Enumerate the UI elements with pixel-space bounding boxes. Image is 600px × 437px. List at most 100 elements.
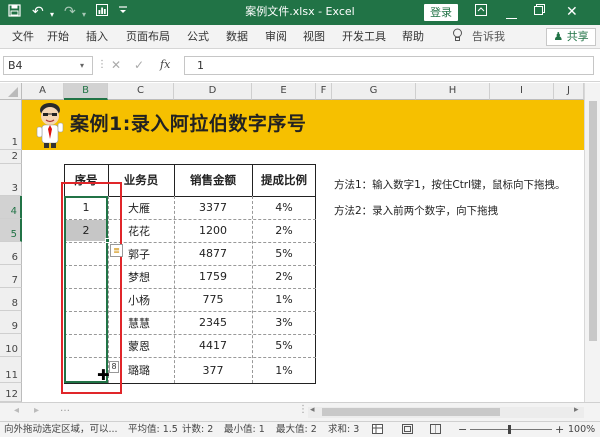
cell-sales-amount-row-3[interactable]: 4877 xyxy=(174,242,252,265)
column-header-e[interactable]: E xyxy=(252,83,316,100)
horizontal-split-grip-icon[interactable]: ⋮ xyxy=(298,404,308,415)
share-button[interactable]: ♟ 共享 xyxy=(546,28,596,46)
note-method-2: 方法2：录入前两个数字，向下拖拽 xyxy=(334,205,499,217)
tab-insert[interactable]: 插入 xyxy=(86,30,108,44)
horizontal-scrollbar[interactable]: ◂ ▸ xyxy=(308,405,584,418)
cell-commission-rate-row-2[interactable]: 2% xyxy=(252,219,316,242)
row-header-7[interactable]: 7 xyxy=(0,265,22,288)
row-header-11[interactable]: 11 xyxy=(0,357,22,383)
page-layout-view-icon[interactable] xyxy=(402,424,413,437)
zoom-in-icon[interactable]: + xyxy=(555,422,564,437)
restore-icon[interactable] xyxy=(534,4,545,20)
excel-window: ↶ ▾ ↷ ▾ 案例文件.xlsx - Excel 登录 ✕ 文件 开始 插入 … xyxy=(0,0,600,437)
row-header-3[interactable]: 3 xyxy=(0,164,22,196)
cell-sales-amount-row-4[interactable]: 1759 xyxy=(174,265,252,288)
share-label: 共享 xyxy=(566,30,589,43)
login-button[interactable]: 登录 xyxy=(424,4,458,21)
header-cell-commission-rate[interactable]: 提成比例 xyxy=(252,164,316,196)
cancel-icon[interactable]: ✕ xyxy=(111,58,121,72)
cell-commission-rate-row-4[interactable]: 2% xyxy=(252,265,316,288)
formula-bar-grip-icon: ⋮ xyxy=(97,59,107,70)
insert-function-icon[interactable]: fx xyxy=(160,58,170,71)
status-sum[interactable]: 求和: 3 xyxy=(328,422,359,437)
tab-formulas[interactable]: 公式 xyxy=(187,30,209,44)
cell-commission-rate-row-6[interactable]: 3% xyxy=(252,311,316,334)
tab-file[interactable]: 文件 xyxy=(12,30,34,44)
scroll-left-icon[interactable]: ◂ xyxy=(310,405,315,415)
formula-bar: B4 ▾ ⋮ ✕ ✓ fx 1 xyxy=(0,49,600,82)
status-count[interactable]: 计数: 2 xyxy=(182,422,213,437)
column-header-a[interactable]: A xyxy=(22,83,64,100)
column-header-f[interactable]: F xyxy=(316,83,332,100)
ribbon-display-options-icon[interactable] xyxy=(475,4,487,21)
ribbon-tabs: 文件 开始 插入 页面布局 公式 数据 审阅 视图 开发工具 帮助 告诉我 ♟ … xyxy=(0,25,600,49)
column-header-h[interactable]: H xyxy=(416,83,490,100)
tab-page-layout[interactable]: 页面布局 xyxy=(126,30,170,44)
note-method-1: 方法1：输入数字1，按住Ctrl键，鼠标向下拖拽。 xyxy=(334,179,566,191)
scroll-right-icon[interactable]: ▸ xyxy=(574,405,579,415)
column-header-j[interactable]: J xyxy=(554,83,584,100)
drag-value-tooltip: 8 xyxy=(109,361,119,373)
row-header-10[interactable]: 10 xyxy=(0,334,22,357)
column-header-b[interactable]: B xyxy=(64,83,108,100)
zoom-slider[interactable] xyxy=(470,425,552,434)
row-header-9[interactable]: 9 xyxy=(0,311,22,334)
sheet-scroll-right-icon[interactable]: ▸ xyxy=(34,405,39,416)
status-min[interactable]: 最小值: 1 xyxy=(224,422,265,437)
enter-icon[interactable]: ✓ xyxy=(134,58,144,72)
normal-view-icon[interactable] xyxy=(372,424,383,437)
row-header-12[interactable]: 12 xyxy=(0,383,22,402)
cell-sales-amount-row-8[interactable]: 377 xyxy=(174,357,252,383)
cell-commission-rate-row-1[interactable]: 4% xyxy=(252,196,316,219)
minimize-icon[interactable] xyxy=(506,9,517,25)
tab-review[interactable]: 审阅 xyxy=(265,30,287,44)
close-icon[interactable]: ✕ xyxy=(566,4,578,20)
quick-analysis-icon[interactable]: ≣ xyxy=(110,244,123,257)
lightbulb-icon[interactable] xyxy=(452,28,463,45)
cell-sales-amount-row-2[interactable]: 1200 xyxy=(174,219,252,242)
zoom-slider-thumb[interactable] xyxy=(508,425,511,434)
cell-sales-amount-row-7[interactable]: 4417 xyxy=(174,334,252,357)
cell-sales-amount-row-6[interactable]: 2345 xyxy=(174,311,252,334)
tell-me-search[interactable]: 告诉我 xyxy=(472,30,505,44)
status-bar: 向外拖动选定区域，可以... 平均值: 1.5 计数: 2 最小值: 1 最大值… xyxy=(0,421,600,437)
status-average[interactable]: 平均值: 1.5 xyxy=(128,422,178,437)
header-cell-sales-amount[interactable]: 销售金额 xyxy=(174,164,252,196)
vertical-scrollbar[interactable] xyxy=(584,83,600,402)
row-header-5[interactable]: 5 xyxy=(0,219,22,242)
vertical-scroll-thumb[interactable] xyxy=(589,101,597,341)
row-header-1[interactable]: 1 xyxy=(0,100,22,150)
column-header-i[interactable]: I xyxy=(490,83,554,100)
share-person-icon: ♟ xyxy=(553,30,564,43)
formula-input[interactable]: 1 xyxy=(184,56,594,75)
zoom-out-icon[interactable]: − xyxy=(458,422,467,437)
sheet-tab-bar: ◂ ▸ … ⋮ ◂ ▸ xyxy=(0,402,600,421)
row-header-8[interactable]: 8 xyxy=(0,288,22,311)
status-max[interactable]: 最大值: 2 xyxy=(276,422,317,437)
column-header-d[interactable]: D xyxy=(174,83,252,100)
page-break-view-icon[interactable] xyxy=(430,424,441,437)
zoom-level[interactable]: 100% xyxy=(568,422,595,437)
banner-title: 案例1:录入阿拉伯数字序号 xyxy=(70,113,307,135)
tab-data[interactable]: 数据 xyxy=(226,30,248,44)
cell-commission-rate-row-3[interactable]: 5% xyxy=(252,242,316,265)
sheet-more-icon[interactable]: … xyxy=(60,403,70,414)
column-header-g[interactable]: G xyxy=(332,83,416,100)
tab-developer[interactable]: 开发工具 xyxy=(342,30,386,44)
select-all-corner[interactable] xyxy=(0,83,22,100)
row-header-2[interactable]: 2 xyxy=(0,150,22,164)
row-header-6[interactable]: 6 xyxy=(0,242,22,265)
cell-commission-rate-row-7[interactable]: 5% xyxy=(252,334,316,357)
tab-help[interactable]: 帮助 xyxy=(402,30,424,44)
cell-commission-rate-row-5[interactable]: 1% xyxy=(252,288,316,311)
tab-view[interactable]: 视图 xyxy=(303,30,325,44)
tab-home[interactable]: 开始 xyxy=(47,30,69,44)
column-header-c[interactable]: C xyxy=(108,83,174,100)
cell-sales-amount-row-1[interactable]: 3377 xyxy=(174,196,252,219)
namebox-dropdown-icon[interactable]: ▾ xyxy=(80,61,84,70)
cell-sales-amount-row-5[interactable]: 775 xyxy=(174,288,252,311)
sheet-scroll-left-icon[interactable]: ◂ xyxy=(14,405,19,416)
row-header-4[interactable]: 4 xyxy=(0,196,22,219)
cell-commission-rate-row-8[interactable]: 1% xyxy=(252,357,316,383)
horizontal-scroll-thumb[interactable] xyxy=(322,408,500,416)
